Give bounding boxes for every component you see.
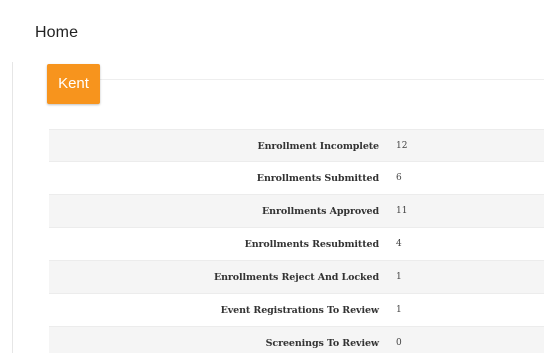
- table-row: Enrollment Incomplete 12: [49, 129, 544, 162]
- row-value-enrollments-resubmitted: 4: [396, 239, 402, 249]
- row-value-enrollments-submitted: 6: [396, 173, 402, 183]
- table-row: Enrollments Approved 11: [49, 195, 544, 228]
- row-value-screenings-to-review: 0: [396, 338, 402, 348]
- organization-button[interactable]: Kent: [47, 64, 100, 104]
- row-label-enrollments-reject-and-locked: Enrollments Reject And Locked: [213, 272, 379, 283]
- table-row: Event Registrations To Review 1: [49, 294, 544, 327]
- row-label-enrollments-submitted: Enrollments Submitted: [256, 173, 379, 184]
- row-label-enrollments-resubmitted: Enrollments Resubmitted: [244, 239, 380, 250]
- row-label-screenings-to-review: Screenings To Review: [265, 338, 379, 349]
- row-label-enrollment-incomplete: Enrollment Incomplete: [257, 141, 379, 152]
- row-value-enrollments-approved: 11: [396, 206, 408, 216]
- table-row: Enrollments Reject And Locked 1: [49, 261, 544, 294]
- row-value-event-registrations-to-review: 1: [396, 305, 402, 315]
- row-value-enrollment-incomplete: 12: [396, 141, 408, 151]
- row-label-enrollments-approved: Enrollments Approved: [262, 206, 379, 217]
- row-label-event-registrations-to-review: Event Registrations To Review: [220, 305, 380, 316]
- table-row: Enrollments Resubmitted 4: [49, 228, 544, 261]
- status-summary-table: Enrollment Incomplete 12 Enrollments Sub…: [49, 129, 544, 353]
- header-divider: [100, 79, 544, 80]
- table-row: Enrollments Submitted 6: [49, 162, 544, 195]
- table-row: Screenings To Review 0: [49, 327, 544, 353]
- row-value-enrollments-reject-and-locked: 1: [396, 272, 402, 282]
- page-title: Home: [35, 24, 79, 41]
- content-divider: [12, 62, 13, 353]
- home-page: Home Kent Enrollment Incomplete 12 Enrol…: [0, 0, 544, 353]
